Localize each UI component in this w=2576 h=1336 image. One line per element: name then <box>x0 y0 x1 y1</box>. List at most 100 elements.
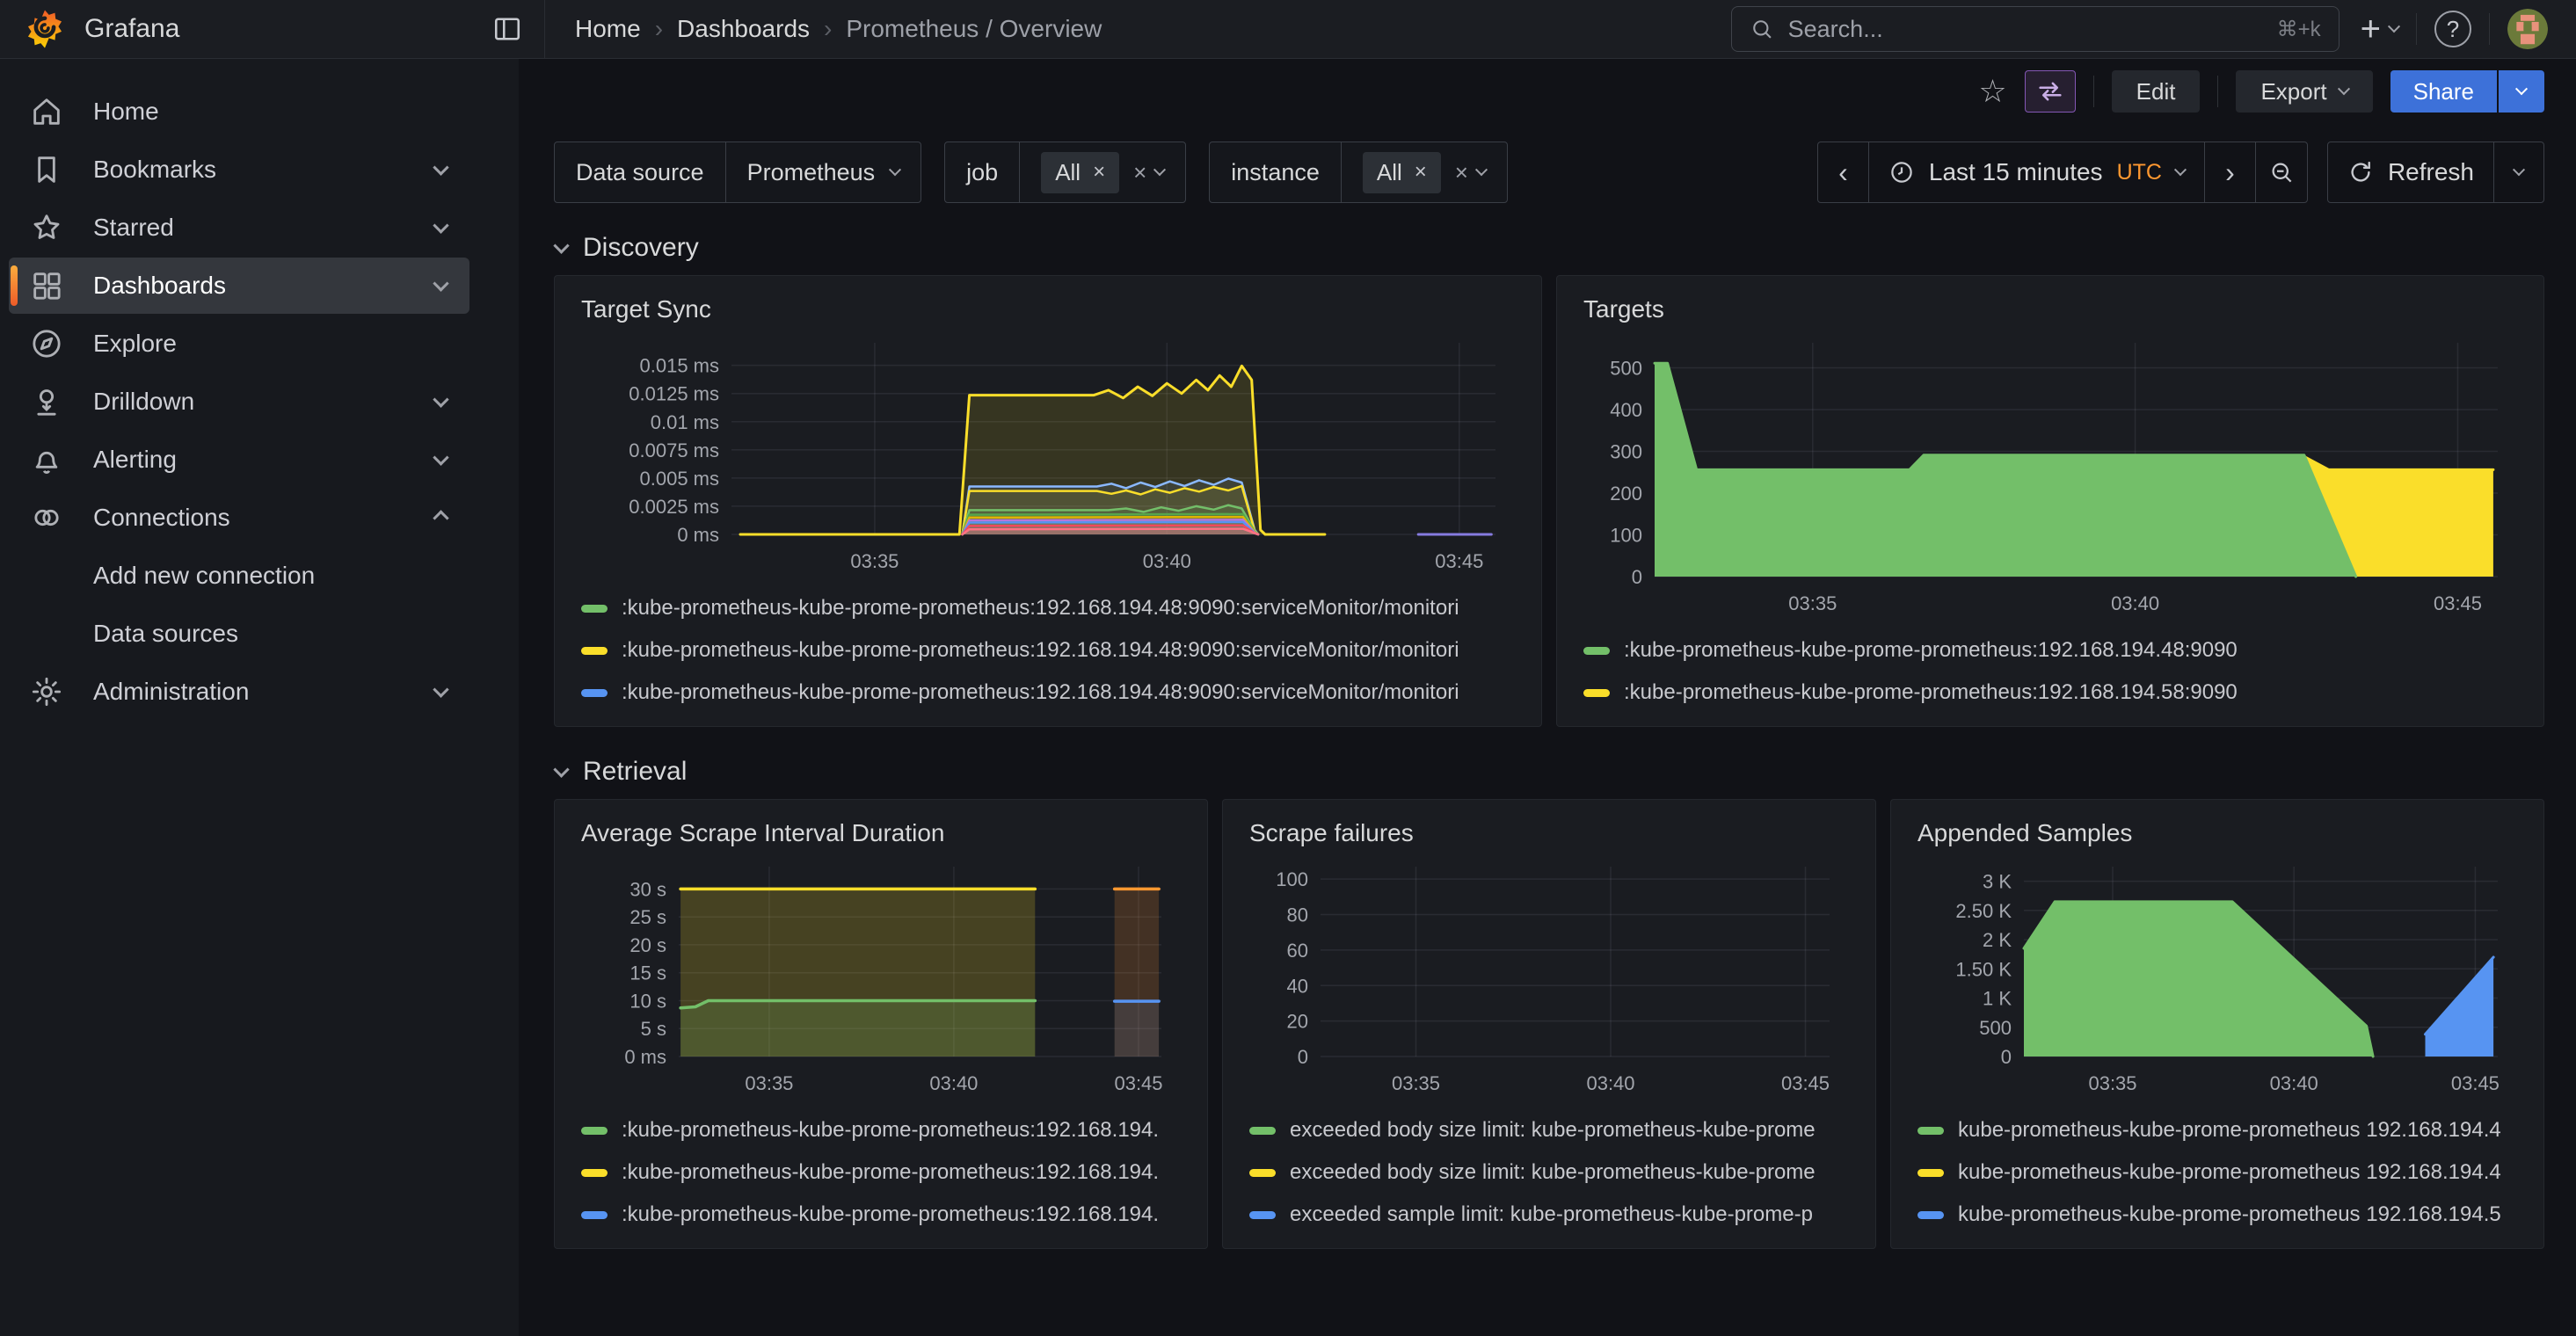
time-shift-forward-button[interactable]: › <box>2205 142 2256 202</box>
legend-item[interactable]: kube-prometheus-kube-prome-prometheus 19… <box>1917 1151 2521 1194</box>
legend-item[interactable]: :kube-prometheus-kube-prome-prometheus:1… <box>581 629 1518 672</box>
legend-item[interactable]: :kube-prometheus-kube-prome-prometheus:1… <box>581 1151 1184 1194</box>
section-retrieval[interactable]: Retrieval <box>556 757 2544 787</box>
sidebar-item-alerting[interactable]: Alerting <box>9 432 469 488</box>
sidebar-item-connections[interactable]: Connections <box>9 490 469 546</box>
svg-text:2 K: 2 K <box>1983 929 2012 951</box>
datasource-picker[interactable]: Data source Prometheus <box>554 142 921 203</box>
svg-text:80: 80 <box>1287 904 1308 926</box>
search-input[interactable]: Search... ⌘+k <box>1731 6 2340 52</box>
panel-title[interactable]: Targets <box>1580 290 2521 327</box>
sidebar-toggle-icon[interactable] <box>483 4 532 54</box>
zoom-out-button[interactable] <box>2256 142 2307 202</box>
remove-chip-icon[interactable]: × <box>1415 160 1427 185</box>
panel-title[interactable]: Scrape failures <box>1246 814 1852 851</box>
public-dashboard-button[interactable] <box>2025 70 2076 113</box>
divider <box>2416 13 2417 45</box>
panel-title[interactable]: Appended Samples <box>1914 814 2521 851</box>
target-sync-chart[interactable]: 0 ms0.0025 ms0.005 ms0.0075 ms0.01 ms0.0… <box>578 327 1518 578</box>
clear-icon[interactable]: × <box>1133 159 1146 186</box>
help-button[interactable]: ? <box>2434 11 2471 47</box>
svg-text:0.015 ms: 0.015 ms <box>640 355 720 377</box>
job-value[interactable]: All × × <box>1020 142 1185 202</box>
series-color-swatch <box>581 689 608 697</box>
sidebar-item-starred[interactable]: Starred <box>9 200 469 256</box>
section-discovery[interactable]: Discovery <box>556 233 2544 263</box>
series-label: :kube-prometheus-kube-prome-prometheus:1… <box>622 638 1459 663</box>
legend-item[interactable]: kube-prometheus-kube-prome-prometheus 19… <box>1917 1194 2521 1236</box>
panel-title[interactable]: Target Sync <box>578 290 1518 327</box>
refresh-button[interactable]: Refresh <box>2328 142 2494 202</box>
svg-text:100: 100 <box>1276 868 1308 890</box>
sidebar-item-label: Drilldown <box>93 388 407 416</box>
breadcrumb-home[interactable]: Home <box>575 15 641 43</box>
time-shift-back-button[interactable]: ‹ <box>1818 142 1869 202</box>
panel-title[interactable]: Average Scrape Interval Duration <box>578 814 1184 851</box>
refresh-interval-button[interactable] <box>2494 142 2543 202</box>
svg-text:2.50 K: 2.50 K <box>1955 900 2012 922</box>
series-label: kube-prometheus-kube-prome-prometheus 19… <box>1958 1118 2501 1143</box>
series-label: kube-prometheus-kube-prome-prometheus 19… <box>1958 1202 2501 1227</box>
sidebar-item-administration[interactable]: Administration <box>9 664 469 720</box>
new-button[interactable]: + <box>2361 11 2398 47</box>
refresh-icon <box>2347 159 2374 185</box>
breadcrumb-dashboards[interactable]: Dashboards <box>677 15 810 43</box>
sidebar-item-bookmarks[interactable]: Bookmarks <box>9 142 469 198</box>
avg-scrape-chart[interactable]: 0 ms5 s10 s15 s20 s25 s30 s03:3503:4003:… <box>578 851 1184 1100</box>
job-all-chip[interactable]: All × <box>1041 152 1119 193</box>
time-range-picker[interactable]: Last 15 minutes UTC <box>1869 142 2205 202</box>
share-label: Share <box>2413 78 2474 105</box>
grafana-logo-icon[interactable] <box>25 9 65 49</box>
share-button[interactable]: Share <box>2390 70 2497 113</box>
legend-item[interactable]: exceeded body size limit: kube-prometheu… <box>1249 1109 1852 1151</box>
legend-item[interactable]: :kube-prometheus-kube-prome-prometheus:1… <box>581 587 1518 629</box>
legend-item[interactable]: :kube-prometheus-kube-prome-prometheus:1… <box>1583 629 2521 672</box>
job-filter[interactable]: job All × × <box>944 142 1186 203</box>
chevron-down-icon <box>433 275 448 291</box>
series-label: :kube-prometheus-kube-prome-prometheus:1… <box>622 1118 1159 1143</box>
drilldown-icon <box>28 383 65 420</box>
svg-text:20: 20 <box>1287 1011 1308 1033</box>
template-variables: Data source Prometheus job All × <box>554 142 1817 203</box>
svg-text:0.01 ms: 0.01 ms <box>651 411 719 433</box>
active-indicator <box>11 265 18 306</box>
svg-text:0.0125 ms: 0.0125 ms <box>629 383 719 405</box>
sidebar-item-home[interactable]: Home <box>9 84 469 140</box>
instance-value[interactable]: All × × <box>1342 142 1507 202</box>
collapse-icon <box>553 761 569 777</box>
legend-item[interactable]: :kube-prometheus-kube-prome-prometheus:1… <box>1583 672 2521 714</box>
appended-samples-chart[interactable]: 05001 K1.50 K2 K2.50 K3 K03:3503:4003:45 <box>1914 851 2521 1100</box>
legend-item[interactable]: kube-prometheus-kube-prome-prometheus 19… <box>1917 1109 2521 1151</box>
instance-filter[interactable]: instance All × × <box>1209 142 1508 203</box>
edit-button[interactable]: Edit <box>2112 70 2201 113</box>
targets-legend: :kube-prometheus-kube-prome-prometheus:1… <box>1580 621 2521 715</box>
legend-item[interactable]: exceeded sample limit: kube-prometheus-k… <box>1249 1194 1852 1236</box>
legend-item[interactable]: :kube-prometheus-kube-prome-prometheus:1… <box>581 1194 1184 1236</box>
sidebar-item-explore[interactable]: Explore <box>9 316 469 372</box>
chevron-down-icon <box>1153 163 1166 176</box>
clear-icon[interactable]: × <box>1455 159 1468 186</box>
main-content: ☆ Edit Export Share <box>519 59 2576 1336</box>
svg-text:03:40: 03:40 <box>1586 1072 1634 1094</box>
export-button[interactable]: Export <box>2236 70 2372 113</box>
legend-item[interactable]: :kube-prometheus-kube-prome-prometheus:1… <box>581 672 1518 714</box>
targets-chart[interactable]: 010020030040050003:3503:4003:45 <box>1580 327 2521 621</box>
sidebar-item-drilldown[interactable]: Drilldown <box>9 374 469 430</box>
timezone-label: UTC <box>2117 160 2162 185</box>
user-avatar[interactable] <box>2507 9 2548 49</box>
sidebar-item-add-new-connection[interactable]: Add new connection <box>9 548 469 604</box>
legend-item[interactable]: exceeded body size limit: kube-prometheu… <box>1249 1151 1852 1194</box>
series-color-swatch <box>1249 1127 1276 1135</box>
divider <box>2093 76 2094 107</box>
dashboard-toolbar: ☆ Edit Export Share <box>519 59 2576 124</box>
bell-icon <box>28 441 65 478</box>
datasource-value[interactable]: Prometheus <box>726 142 921 202</box>
sidebar-item-data-sources[interactable]: Data sources <box>9 606 469 662</box>
share-options-button[interactable] <box>2499 70 2544 113</box>
remove-chip-icon[interactable]: × <box>1093 160 1105 185</box>
star-dashboard-button[interactable]: ☆ <box>1978 76 2006 107</box>
scrape-failures-chart[interactable]: 02040608010003:3503:4003:45 <box>1246 851 1852 1100</box>
instance-all-chip[interactable]: All × <box>1363 152 1441 193</box>
legend-item[interactable]: :kube-prometheus-kube-prome-prometheus:1… <box>581 1109 1184 1151</box>
sidebar-item-dashboards[interactable]: Dashboards <box>9 258 469 314</box>
